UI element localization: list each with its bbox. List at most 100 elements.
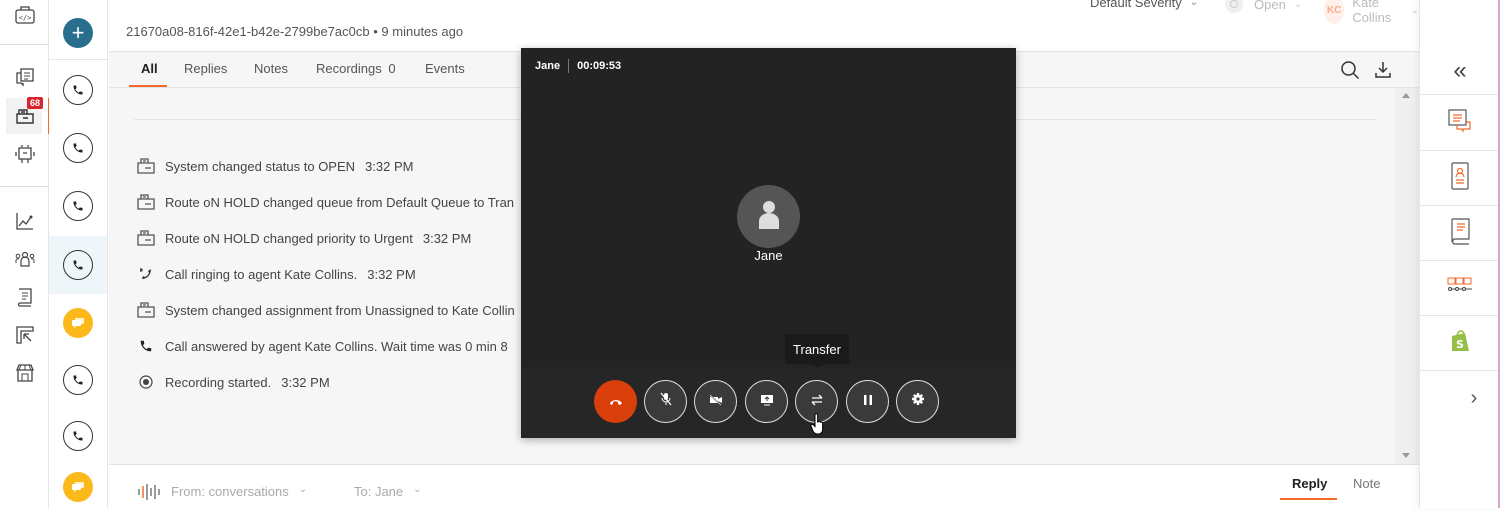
store-icon[interactable] [10,358,40,388]
event-item: Call answered by agent Kate Collins. Wai… [136,328,515,364]
event-item: System changed status to OPEN 3:32 PM [136,148,515,184]
event-text: Call ringing to agent Kate Collins. [165,266,358,282]
assignee-label: Kate Collins [1352,0,1392,25]
expand-apps-button[interactable]: › [1420,371,1500,426]
svg-text:</>: </> [19,14,32,22]
chat-transcript-icon [1447,108,1473,139]
event-time: 3:32 PM [281,374,330,390]
scroll-up-icon[interactable] [1402,93,1410,98]
settings-button[interactable] [896,380,939,423]
transfer-tooltip: Transfer [785,334,849,369]
reports-icon[interactable] [10,320,40,350]
contacts-icon[interactable] [10,244,40,274]
mute-button[interactable] [644,380,687,423]
new-conversation-button[interactable]: + [49,4,107,62]
status-dropdown[interactable]: Open ⌄ [1225,0,1302,13]
severity-label: Default Severity [1090,0,1182,10]
conversation-item[interactable] [49,351,107,409]
system-event-icon [136,156,156,176]
conversation-item[interactable] [49,61,107,119]
event-text: Route oN HOLD changed queue from Default… [165,194,515,210]
tab-recordings[interactable]: Recordings 0 [316,61,396,76]
download-icon[interactable] [1373,60,1393,80]
conversation-header: 21670a08-816f-42e1-b42e-2799be7ac0cb • 9… [109,0,1419,52]
developer-icon[interactable]: </> [10,0,40,30]
event-time: 3:32 PM [367,266,416,282]
video-off-button[interactable] [694,380,737,423]
analytics-icon[interactable] [10,206,40,236]
hang-up-icon [609,393,623,411]
assignee-dropdown[interactable]: KC Kate Collins ⌄ [1324,0,1419,25]
status-label: Open [1254,0,1286,12]
meta-separator: • [373,24,378,39]
reply-tab[interactable]: Reply [1292,476,1327,491]
tab-replies[interactable]: Replies [184,61,227,76]
end-call-button[interactable] [594,380,637,423]
event-text: Call answered by agent Kate Collins. Wai… [165,338,508,354]
call-duration: 00:09:53 [577,60,622,72]
timeline-scrollbar[interactable] [1395,88,1419,464]
conversation-item[interactable] [49,177,107,235]
call-participant-name: Jane [535,60,561,72]
app-knowledge-base[interactable] [1420,206,1500,261]
conversation-list: + [49,0,108,508]
book-icon [1448,217,1472,250]
system-event-icon [136,192,156,212]
collapse-button[interactable]: « [1420,48,1500,95]
contact-card-icon [1450,161,1470,196]
to-label: To: Jane [354,484,404,499]
list-divider [49,59,107,60]
app-conversation-summary[interactable] [1420,96,1500,151]
conversation-item[interactable] [49,119,107,177]
pause-icon [863,393,873,411]
event-item: Route oN HOLD changed priority to Urgent… [136,220,515,256]
app-shopify[interactable]: S [1420,316,1500,371]
from-dropdown[interactable]: From: conversations ⌄ [171,484,307,499]
svg-text:S: S [1456,338,1464,351]
event-item: Route oN HOLD changed queue from Default… [136,184,515,220]
to-dropdown[interactable]: To: Jane ⌄ [354,484,422,499]
bot-icon[interactable] [10,139,40,169]
phone-icon [136,336,156,356]
event-list: System changed status to OPEN 3:32 PM Rou… [136,148,515,400]
chevron-down-icon: ⌄ [1293,0,1303,10]
workflow-icon [1446,276,1474,301]
conversation-item[interactable] [49,407,107,465]
hold-button[interactable] [846,380,889,423]
shopify-icon: S [1449,329,1471,358]
recordings-count: 0 [388,61,396,76]
transfer-icon [810,393,824,411]
status-icon [1225,0,1243,13]
call-widget[interactable]: Jane 00:09:53 Jane Transfer [521,48,1016,438]
left-nav: </> 68 [0,0,50,508]
gear-icon [911,392,925,411]
phone-icon [63,250,93,280]
tab-notes[interactable]: Notes [254,61,288,76]
active-tab-underline [129,85,167,87]
chevron-down-icon: ⌄ [1410,4,1419,16]
conversation-item[interactable] [49,294,107,352]
knowledge-icon[interactable] [10,282,40,312]
note-tab[interactable]: Note [1353,476,1380,491]
app-workflow[interactable] [1420,261,1500,316]
hand-cursor-icon [810,413,826,440]
system-event-icon [136,300,156,320]
event-text: Route oN HOLD changed priority to Urgent [165,230,413,246]
tab-events[interactable]: Events [425,61,465,76]
event-item: Call ringing to agent Kate Collins. 3:32 … [136,256,515,292]
severity-dropdown[interactable]: Default Severity ⌄ [1090,0,1198,10]
search-icon[interactable] [1340,60,1360,80]
phone-icon [63,133,93,163]
scroll-down-icon[interactable] [1402,453,1410,458]
tab-recordings-label: Recordings [316,61,382,76]
app-contact-info[interactable] [1420,151,1500,206]
video-off-icon [708,393,723,411]
event-text: Recording started. [165,374,272,390]
conversation-item[interactable] [49,458,107,516]
share-screen-button[interactable] [745,380,788,423]
nav-divider [0,44,49,45]
conversations-icon[interactable] [10,62,40,92]
conversation-item-selected[interactable] [49,236,107,294]
chevron-down-icon: ⌄ [298,484,308,495]
tab-all[interactable]: All [141,61,158,76]
